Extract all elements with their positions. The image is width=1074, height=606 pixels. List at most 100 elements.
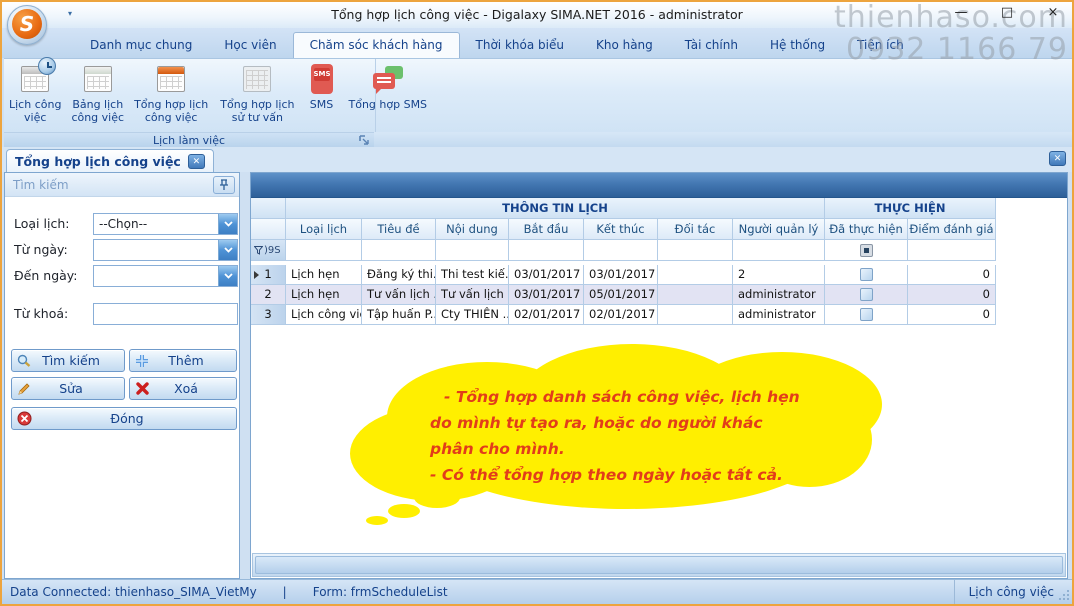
tu-khoa-label: Từ khoá: <box>14 306 68 321</box>
checkbox-unchecked[interactable] <box>860 308 873 321</box>
ribbon-button-tong-hop-sms[interactable]: Tổng hợp SMS <box>344 59 433 133</box>
ribbon-group-label: Lịch làm việc <box>4 132 374 147</box>
filter-cell[interactable] <box>509 240 584 261</box>
delete-button[interactable]: Xoá <box>129 377 237 400</box>
scrollbar-thumb[interactable] <box>255 556 1063 574</box>
filter-cell[interactable] <box>436 240 509 261</box>
schedule-grid-panel: THÔNG TIN LỊCH THỰC HIỆN Loại lịch Tiêu … <box>250 172 1068 579</box>
resize-grip-icon[interactable] <box>1058 589 1070 601</box>
tab-close-icon[interactable]: ✕ <box>188 154 205 169</box>
filter-cell[interactable] <box>908 240 996 261</box>
title-bar: Tổng hợp lịch công việc - Digalaxy SIMA.… <box>2 2 1072 28</box>
field-row-tu-khoa: Từ khoá: <box>5 303 239 325</box>
search-panel-header: Tìm kiếm <box>5 173 239 197</box>
chevron-down-icon[interactable] <box>218 266 237 286</box>
close-form-button[interactable]: Đóng <box>11 407 237 430</box>
den-ngay-select[interactable] <box>93 265 238 287</box>
history-document-icon <box>240 62 274 96</box>
status-left: Data Connected: thienhaso_SIMA_VietMy | … <box>10 580 448 604</box>
search-panel: Tìm kiếm Loại lịch: --Chọn-- Từ ngày: <box>4 172 240 579</box>
filter-cell[interactable] <box>584 240 658 261</box>
edit-button[interactable]: Sửa <box>11 377 125 400</box>
field-row-loai-lich: Loại lịch: --Chọn-- <box>5 213 239 235</box>
app-logo-icon[interactable]: S <box>7 5 47 45</box>
close-button[interactable]: × <box>1042 5 1064 20</box>
filter-cell-da-thuc-hien[interactable] <box>825 240 908 261</box>
checkbox-unchecked[interactable] <box>860 288 873 301</box>
grid-caption-band <box>251 173 1067 198</box>
tab-hoc-vien[interactable]: Học viên <box>208 33 292 58</box>
table-row[interactable]: 1 Lịch hẹn Đăng ký thi... Thi test kiế..… <box>251 265 996 285</box>
ribbon-button-sms[interactable]: SMS SMS <box>300 59 344 133</box>
tab-cham-soc-khach-hang[interactable]: Chăm sóc khách hàng <box>293 32 460 58</box>
filter-funnel-icon <box>254 246 263 255</box>
checkbox-unchecked[interactable] <box>860 268 873 281</box>
group-header-thuc-hien[interactable]: THỰC HIỆN <box>825 198 996 219</box>
tab-tien-ich[interactable]: Tiện ích <box>841 33 920 58</box>
loai-lich-select[interactable]: --Chọn-- <box>93 213 238 235</box>
calendar-table-icon <box>81 62 115 96</box>
table-row[interactable]: 3 Lịch công việc Tập huấn P... Cty THIÊN… <box>251 305 996 325</box>
ribbon: Lịch côngviệc Bảng lịchcông việc Tổng hợ… <box>4 58 1074 132</box>
ribbon-button-tong-hop-lich-su-tu-van[interactable]: Tổng hợp lịchsử tư vấn <box>215 59 299 133</box>
tab-thoi-khoa-bieu[interactable]: Thời khóa biểu <box>460 33 580 58</box>
selected-row-arrow-icon <box>254 271 259 279</box>
checkbox-indeterminate[interactable] <box>860 244 873 257</box>
sms-bubbles-icon <box>371 62 405 96</box>
ribbon-button-bang-lich-cong-viec[interactable]: Bảng lịchcông việc <box>66 59 129 133</box>
filter-cell[interactable] <box>658 240 733 261</box>
chevron-down-icon[interactable] <box>218 240 237 260</box>
filter-cell[interactable] <box>733 240 825 261</box>
minimize-button[interactable]: — <box>950 5 972 20</box>
document-tab-strip: Tổng hợp lịch công việc ✕ ✕ <box>2 147 1072 172</box>
maximize-button[interactable]: □ <box>996 5 1018 20</box>
den-ngay-label: Đến ngày: <box>14 268 78 283</box>
status-form: Form: frmScheduleList <box>313 580 448 604</box>
document-tab-active[interactable]: Tổng hợp lịch công việc ✕ <box>6 149 214 172</box>
horizontal-scrollbar[interactable] <box>252 553 1066 577</box>
tab-he-thong[interactable]: Hệ thống <box>754 33 841 58</box>
ribbon-group-lich-lam-viec: Lịch côngviệc Bảng lịchcông việc Tổng hợ… <box>4 59 376 133</box>
sms-phone-icon: SMS <box>305 62 339 96</box>
field-row-den-ngay: Đến ngày: <box>5 265 239 287</box>
application-window: Tổng hợp lịch công việc - Digalaxy SIMA.… <box>0 0 1074 606</box>
ribbon-button-lich-cong-viec[interactable]: Lịch côngviệc <box>4 59 66 133</box>
filter-cell[interactable] <box>362 240 436 261</box>
window-title: Tổng hợp lịch công việc - Digalaxy SIMA.… <box>2 7 1072 22</box>
status-connection: Data Connected: thienhaso_SIMA_VietMy <box>10 580 257 604</box>
ribbon-button-tong-hop-lich-cong-viec[interactable]: Tổng hợp lịchcông việc <box>129 59 213 133</box>
search-button[interactable]: Tìm kiếm <box>11 349 125 372</box>
grid-filter-row: )9S <box>251 240 996 261</box>
add-button[interactable]: Thêm <box>129 349 237 372</box>
grid-column-header-row: Loại lịch Tiêu đề Nội dung Bắt đầu Kết t… <box>251 219 996 240</box>
column-header-da-thuc-hien[interactable]: Đã thực hiện <box>825 219 908 240</box>
column-header-bat-dau[interactable]: Bắt đầu <box>509 219 584 240</box>
status-separator: | <box>283 580 287 604</box>
grid-group-header-row: THÔNG TIN LỊCH THỰC HIỆN <box>251 198 996 219</box>
column-header-diem-danh-gia[interactable]: Điểm đánh giá <box>908 219 996 240</box>
ribbon-tab-bar: Danh mục chung Học viên Chăm sóc khách h… <box>2 28 1072 58</box>
tab-danh-muc-chung[interactable]: Danh mục chung <box>74 33 208 58</box>
quick-access-dropdown-icon[interactable]: ▾ <box>62 8 78 22</box>
keyword-input[interactable] <box>93 303 238 325</box>
group-header-thong-tin-lich[interactable]: THÔNG TIN LỊCH <box>286 198 825 219</box>
tab-kho-hang[interactable]: Kho hàng <box>580 33 669 58</box>
chevron-down-icon[interactable] <box>218 214 237 234</box>
column-header-doi-tac[interactable]: Đối tác <box>658 219 733 240</box>
filter-row-indicator: )9S <box>251 240 286 261</box>
tu-ngay-select[interactable] <box>93 239 238 261</box>
ribbon-band-rest <box>374 132 1074 147</box>
column-header-tieu-de[interactable]: Tiêu đề <box>362 219 436 240</box>
column-header-nguoi-quan-ly[interactable]: Người quản lý <box>733 219 825 240</box>
column-header-noi-dung[interactable]: Nội dung <box>436 219 509 240</box>
filter-cell[interactable] <box>286 240 362 261</box>
table-row[interactable]: 2 Lịch hẹn Tư vấn lịch ... Tư vấn lịch .… <box>251 285 996 305</box>
column-header-loai-lich[interactable]: Loại lịch <box>286 219 362 240</box>
loai-lich-label: Loại lịch: <box>14 216 69 231</box>
dialog-launcher-icon[interactable] <box>359 135 370 146</box>
tab-tai-chinh[interactable]: Tài chính <box>669 33 754 58</box>
column-header-ket-thuc[interactable]: Kết thúc <box>584 219 658 240</box>
pin-icon[interactable] <box>213 176 235 194</box>
calendar-clock-icon <box>18 62 52 96</box>
tabstrip-close-icon[interactable]: ✕ <box>1049 151 1066 166</box>
